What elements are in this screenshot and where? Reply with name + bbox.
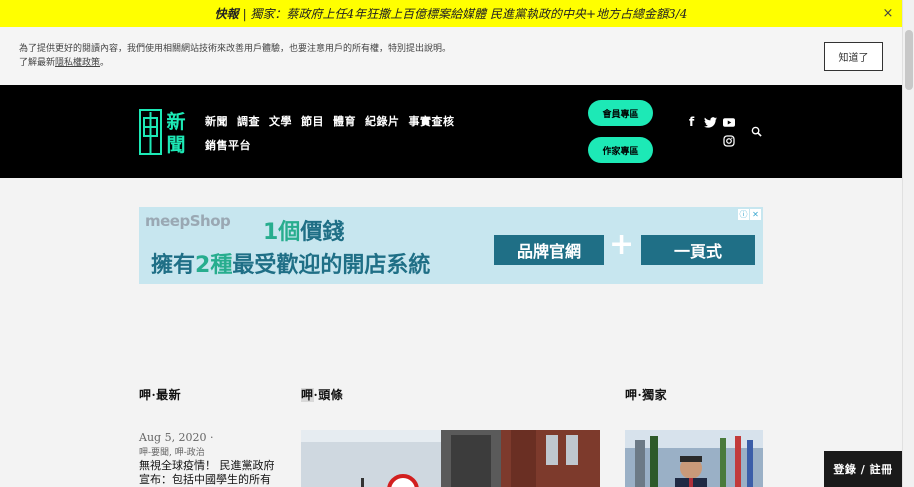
section-title-latest[interactable]: 呷·最新	[139, 386, 181, 403]
site-logo[interactable]: 新 聞	[139, 109, 191, 155]
ad-headline-2a: 擁有	[151, 253, 196, 278]
nav-sales-platform[interactable]: 銷售平台	[205, 137, 251, 153]
nav-programs[interactable]: 節目	[301, 113, 324, 129]
ad-headline-2: 擁有2種最受歡迎的開店系統	[151, 247, 430, 279]
nav-fact-check[interactable]: 事實查核	[409, 113, 455, 129]
nav-literature[interactable]: 文學	[269, 113, 292, 129]
nav-sports[interactable]: 體育	[333, 113, 356, 129]
member-area-button[interactable]: 會員專區	[588, 100, 653, 126]
instagram-icon[interactable]	[723, 135, 735, 147]
author-area-button[interactable]: 作家專區	[588, 137, 653, 163]
search-icon[interactable]	[751, 126, 762, 137]
cookie-line-2-suffix: 。	[100, 58, 110, 68]
breaking-label: 快報	[214, 7, 239, 21]
site-header: 新 聞 新聞 調查 文學 節目 體育 紀錄片 事實查核 銷售平台 會員專區 作家…	[0, 85, 902, 178]
cookie-line-1: 為了提供更好的閱讀內容，我們使用相關網站技術來改善用戶體驗，也要注意用戶的所有權…	[19, 44, 452, 54]
youtube-icon[interactable]	[723, 118, 735, 127]
nav-documentary[interactable]: 紀錄片	[365, 113, 400, 129]
scrollbar-thumb[interactable]	[905, 30, 913, 90]
ad-headline-1: 1個價錢	[263, 214, 344, 246]
nav-investigation[interactable]: 調查	[237, 113, 260, 129]
logo-char-2: 聞	[166, 134, 185, 155]
ad-headline-1b: 價錢	[300, 220, 345, 245]
exclusive-article-image[interactable]	[625, 430, 763, 487]
cookie-text: 為了提供更好的閱讀內容，我們使用相關網站技術來改善用戶體驗，也要注意用戶的所有權…	[19, 42, 451, 70]
ad-close-icon[interactable]: ✕	[750, 209, 761, 220]
article-title[interactable]: 無視全球疫情！ 民進黨政府宣布：包括中國學生的所有境外生全都可以回台	[139, 459, 279, 487]
close-breaking-button[interactable]: ×	[874, 4, 902, 24]
ad-banner[interactable]: meepShop 1個價錢 擁有2種最受歡迎的開店系統 品牌官網 + 一頁式 ⓘ…	[139, 207, 763, 284]
main-nav: 新聞 調查 文學 節目 體育 紀錄片 事實查核 銷售平台	[205, 113, 465, 161]
section-title-headline-highlight: 呷	[301, 388, 314, 402]
section-title-headline-rest: ·頭條	[313, 388, 344, 402]
section-title-headline[interactable]: 呷·頭條	[301, 386, 343, 403]
privacy-policy-link[interactable]: 隱私權政策	[55, 58, 100, 68]
cookie-line-2-prefix: 了解最新	[19, 58, 56, 68]
ad-box-one-page: 一頁式	[641, 235, 755, 265]
ad-headline-1a: 1個	[263, 220, 301, 245]
ad-plus: +	[609, 227, 635, 262]
ad-choices-badge[interactable]: ⓘ ✕	[738, 209, 761, 220]
ad-box-brand-site: 品牌官網	[494, 235, 604, 265]
ad-info-icon[interactable]: ⓘ	[738, 209, 749, 220]
breaking-headline[interactable]: | 獨家：蔡政府上任4年狂撒上百億標案給媒體 民進黨執政的中央+地方占總金額3/…	[243, 5, 688, 22]
headline-article-image[interactable]	[301, 430, 600, 487]
article-categories[interactable]: 呷-要聞, 呷-政治	[139, 445, 205, 458]
ad-headline-2c: 最受歡迎的開店系統	[232, 253, 431, 278]
ad-brand: meepShop	[145, 212, 231, 230]
nav-news[interactable]: 新聞	[205, 113, 228, 129]
cookie-line-2: 了解最新隱私權政策。	[19, 56, 451, 70]
page-scrollbar[interactable]	[902, 0, 914, 487]
article-date: Aug 5, 2020 ·	[139, 431, 214, 444]
section-title-exclusive[interactable]: 呷·獨家	[625, 386, 667, 403]
cookie-banner: 為了提供更好的閱讀內容，我們使用相關網站技術來改善用戶體驗，也要注意用戶的所有權…	[0, 27, 902, 85]
ad-headline-2b: 2種	[195, 253, 233, 278]
breaking-news-bar[interactable]: 快報 | 獨家：蔡政府上任4年狂撒上百億標案給媒體 民進黨執政的中央+地方占總金…	[0, 0, 902, 27]
cookie-accept-button[interactable]: 知道了	[824, 42, 883, 71]
login-register-button[interactable]: 登錄 / 註冊	[824, 451, 902, 487]
facebook-icon[interactable]: f	[689, 115, 694, 129]
twitter-icon[interactable]	[704, 117, 717, 128]
logo-char-1: 新	[166, 110, 185, 133]
